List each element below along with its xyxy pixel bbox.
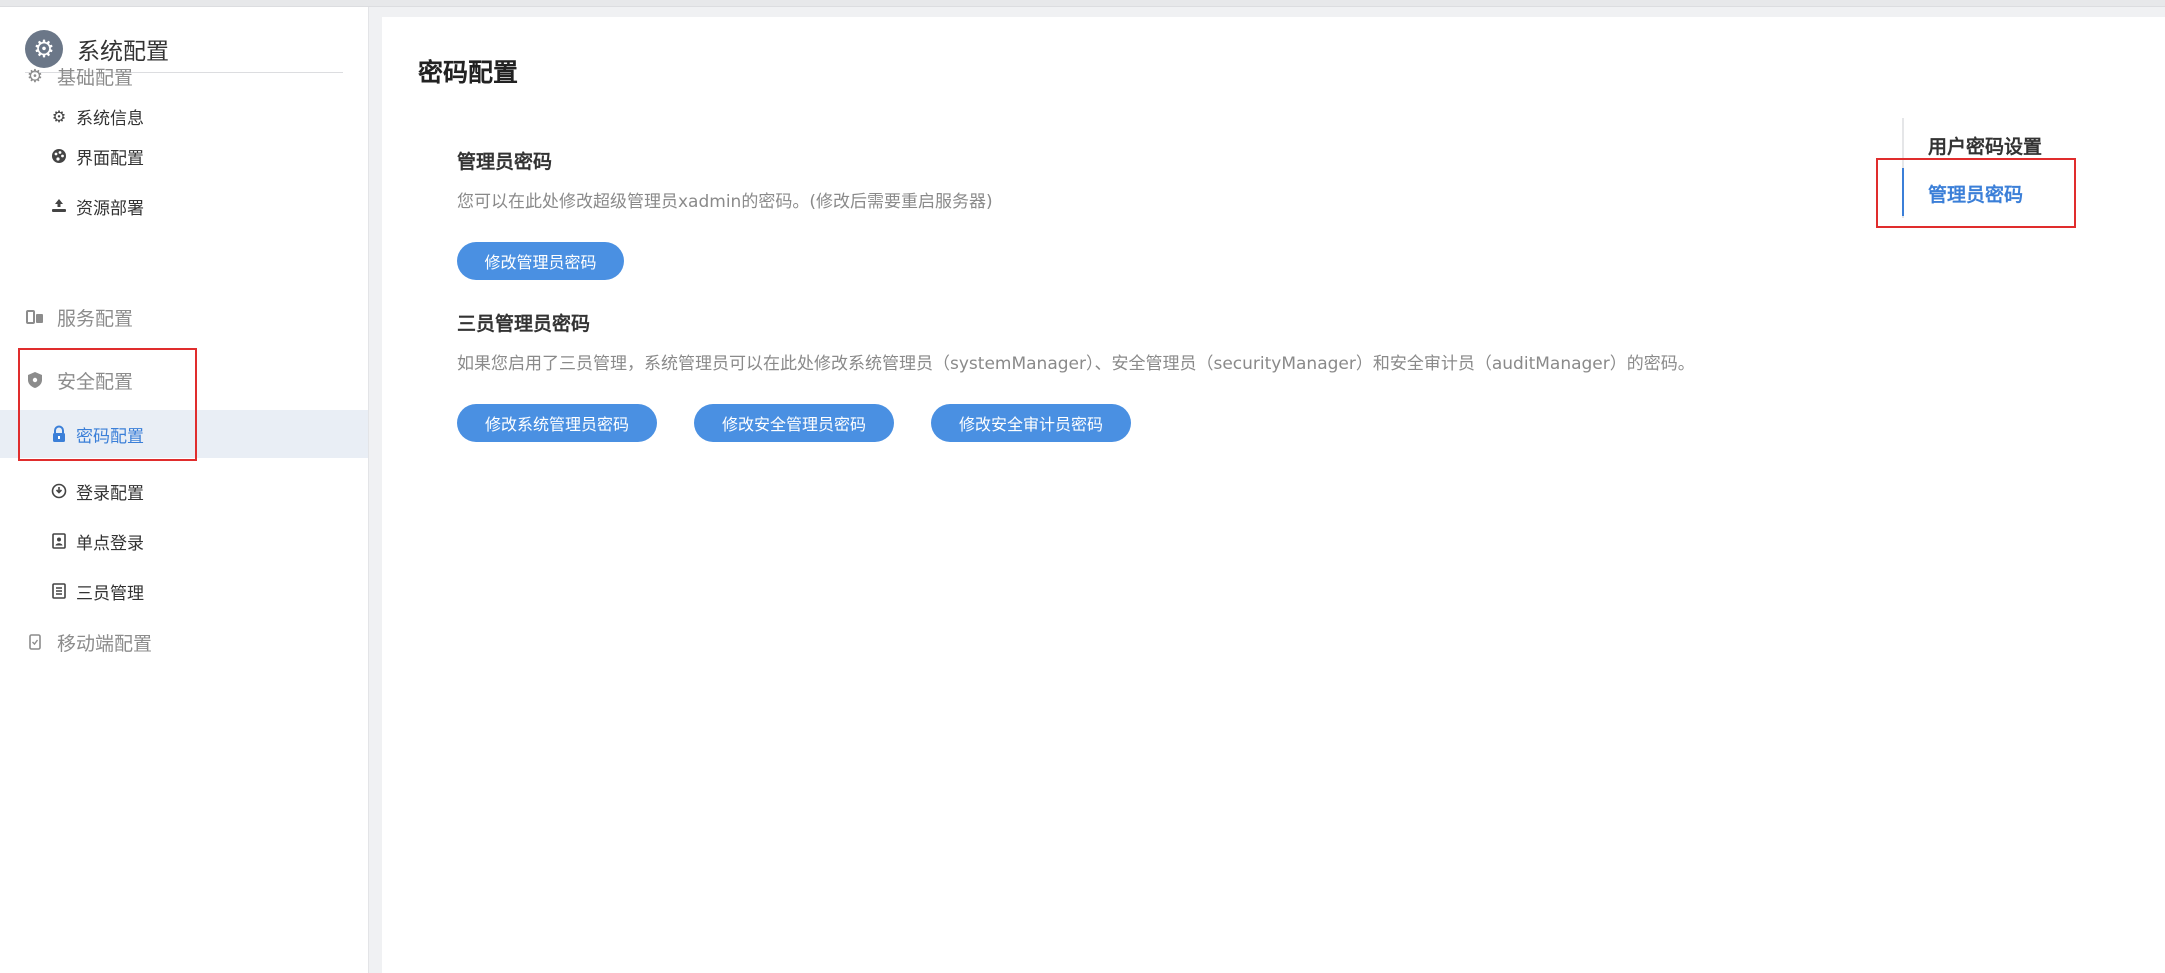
sidebar-item-label: 密码配置	[76, 426, 144, 447]
login-icon	[50, 482, 68, 500]
main-panel: 密码配置 管理员密码 您可以在此处修改超级管理员xadmin的密码。(修改后需要…	[382, 17, 2165, 973]
deploy-icon	[50, 197, 68, 215]
section-title-three-admin-password: 三员管理员密码	[457, 313, 591, 335]
sidebar-item-ui-config[interactable]: 界面配置	[0, 132, 368, 180]
sidebar-group-service[interactable]: 服务配置	[25, 297, 133, 337]
top-border	[0, 0, 2165, 7]
sidebar-item-sso[interactable]: 单点登录	[0, 517, 368, 565]
sidebar-item-three-admin[interactable]: 三员管理	[0, 567, 368, 615]
lock-icon	[50, 425, 68, 443]
sidebar-item-label: 三员管理	[76, 583, 144, 604]
anchor-active-indicator	[1902, 168, 1904, 216]
sidebar-item-label: 单点登录	[76, 533, 144, 554]
anchor-title: 用户密码设置	[1928, 136, 2043, 158]
sidebar-group-mobile[interactable]: 移动端配置	[25, 622, 152, 662]
sidebar-group-label: 移动端配置	[57, 632, 153, 655]
sidebar-group-basic[interactable]: ⚙ 基础配置	[25, 56, 133, 96]
page-title: 密码配置	[418, 58, 519, 87]
sidebar: ⚙ 系统配置 ⚙ 基础配置 ⚙ 系统信息 界面配置 资源部署 服务配置 安全配置	[0, 7, 369, 973]
list-icon	[50, 582, 68, 600]
user-card-icon	[50, 532, 68, 550]
change-security-manager-password-button[interactable]: 修改安全管理员密码	[694, 404, 894, 442]
section-title-admin-password: 管理员密码	[457, 151, 553, 173]
sidebar-item-label: 资源部署	[76, 198, 144, 219]
sidebar-item-login-config[interactable]: 登录配置	[0, 467, 368, 515]
gear-icon: ⚙	[26, 65, 44, 87]
sidebar-item-label: 界面配置	[76, 148, 144, 169]
sidebar-item-resource-deploy[interactable]: 资源部署	[0, 182, 368, 230]
change-audit-manager-password-button[interactable]: 修改安全审计员密码	[931, 404, 1131, 442]
section-desc-admin-password: 您可以在此处修改超级管理员xadmin的密码。(修改后需要重启服务器)	[457, 192, 993, 212]
mobile-icon	[25, 632, 45, 652]
sidebar-group-label: 安全配置	[57, 370, 134, 393]
shield-icon	[25, 370, 45, 390]
section-desc-three-admin-password: 如果您启用了三员管理，系统管理员可以在此处修改系统管理员（systemManag…	[457, 354, 1695, 374]
palette-icon	[50, 147, 68, 165]
sidebar-item-password-config[interactable]: 密码配置	[0, 410, 368, 458]
change-system-manager-password-button[interactable]: 修改系统管理员密码	[457, 404, 657, 442]
sidebar-group-security[interactable]: 安全配置	[25, 360, 133, 400]
gear-icon: ⚙	[51, 106, 67, 126]
sidebar-item-label: 登录配置	[76, 483, 144, 504]
change-admin-password-button[interactable]: 修改管理员密码	[457, 242, 624, 280]
server-icon	[25, 307, 45, 327]
anchor-link-admin-password[interactable]: 管理员密码	[1928, 180, 2023, 207]
sidebar-group-label: 基础配置	[57, 66, 134, 89]
anchor-nav: 用户密码设置 管理员密码	[1902, 118, 2104, 218]
sidebar-group-label: 服务配置	[57, 307, 134, 330]
sidebar-item-label: 系统信息	[76, 108, 144, 129]
